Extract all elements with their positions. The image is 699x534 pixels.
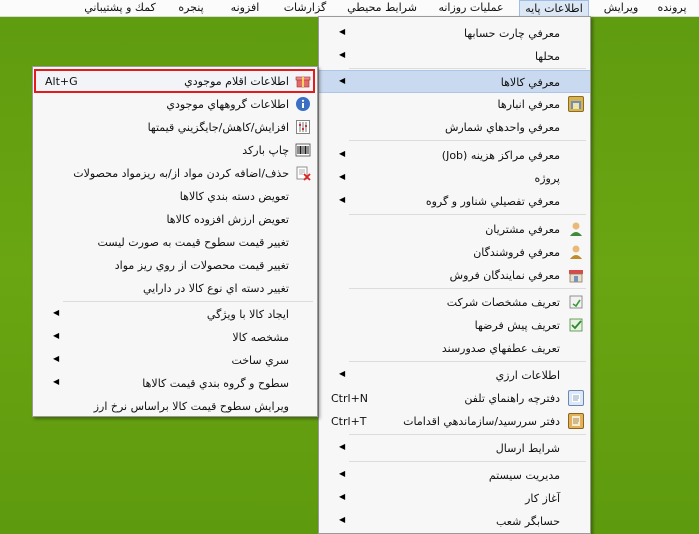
submenu-arrow-icon: ◀ — [339, 515, 346, 524]
submenu-arrow-icon: ◀ — [339, 149, 346, 158]
menu-item-sellers[interactable]: معرفي فروشندگان — [319, 241, 590, 264]
submenu-arrow-icon: ◀ — [339, 369, 346, 378]
menu-window[interactable]: پنجره — [170, 0, 212, 16]
submenu-arrow-icon: ◀ — [53, 377, 60, 386]
submenu-arrow-icon: ◀ — [339, 195, 346, 204]
submenu-arrow-icon: ◀ — [53, 308, 60, 317]
barcode-icon — [295, 142, 311, 158]
menu-daily-operations[interactable]: عمليات روزانه — [427, 0, 515, 16]
menu-item-project[interactable]: ◀ پروژه — [319, 167, 590, 190]
submenu-arrow-icon: ◀ — [339, 50, 346, 59]
menu-item-planner[interactable]: Ctrl+T دفتر سررسيد/سازماندهي اقدامات — [319, 410, 590, 433]
menu-base-info[interactable]: اطلاعات پايه — [519, 0, 589, 17]
menu-item-floating-detail[interactable]: ◀ معرفي تفصيلي شناور و گروه — [319, 190, 590, 213]
menu-item-counting-units[interactable]: معرفي واحدهاي شمارش — [319, 116, 590, 139]
menu-file[interactable]: پرونده — [652, 0, 692, 16]
menu-item-change-category[interactable]: تعويض دسته بندي كالاها — [33, 185, 317, 208]
menu-item-product-spec[interactable]: ◀ مشخصه كالا — [33, 326, 317, 349]
menu-item-customers[interactable]: معرفي مشتريان — [319, 218, 590, 241]
seller-icon — [568, 244, 584, 260]
menu-item-edit-price-by-currency[interactable]: ويرايش سطوح قيمت كالا براساس نرخ ارز — [33, 395, 317, 418]
menu-item-locations[interactable]: ◀ محلها — [319, 45, 590, 68]
info-icon — [295, 96, 311, 112]
delete-materials-icon — [295, 165, 311, 181]
submenu-arrow-icon: ◀ — [53, 354, 60, 363]
base-info-dropdown: ◀ معرفي چارت حسابها ◀ محلها ◀ معرفي كالا… — [318, 16, 591, 534]
menu-item-system-management[interactable]: ◀ مديريت سيستم — [319, 464, 590, 487]
menu-separator — [349, 140, 586, 141]
menu-item-price-groups[interactable]: ◀ سطوح و گروه بندي قيمت كالاها — [33, 372, 317, 395]
submenu-arrow-icon: ◀ — [339, 442, 346, 451]
submenu-arrow-icon: ◀ — [339, 469, 346, 478]
menu-separator — [63, 301, 313, 302]
gift-icon — [295, 73, 311, 89]
menu-separator — [349, 68, 586, 69]
shop-icon — [568, 267, 584, 283]
menu-separator — [349, 461, 586, 462]
menu-item-shipping-terms[interactable]: ◀ شرايط ارسال — [319, 437, 590, 460]
menu-help-support[interactable]: كمك و پشتيباني — [74, 0, 166, 16]
menu-item-production-batch[interactable]: ◀ سري ساخت — [33, 349, 317, 372]
menu-item-change-vat[interactable]: تعويض ارزش افزوده كالاها — [33, 208, 317, 231]
submenu-arrow-icon: ◀ — [339, 172, 346, 181]
menu-separator — [349, 434, 586, 435]
menu-item-phonebook[interactable]: Ctrl+N دفترچه راهنماي تلفن — [319, 387, 590, 410]
menu-item-chart-of-accounts[interactable]: ◀ معرفي چارت حسابها — [319, 22, 590, 45]
menu-separator — [349, 214, 586, 215]
menu-item-price-adjust[interactable]: افزايش/كاهش/جايگزيني قيمتها — [33, 116, 317, 139]
company-icon — [568, 294, 584, 310]
submenu-arrow-icon: ◀ — [53, 331, 60, 340]
menu-item-batch-asset-type[interactable]: تغيير دسته اي نوع كالا در دارايي — [33, 277, 317, 300]
planner-icon — [568, 413, 584, 429]
menu-item-inventory-items[interactable]: Alt+G اطلاعات اقلام موجودي — [33, 70, 317, 93]
menu-environment[interactable]: شرايط محيطي — [342, 0, 422, 16]
menu-item-currency-info[interactable]: ◀ اطلاعات ارزي — [319, 364, 590, 387]
menu-item-sales-agents[interactable]: معرفي نمايندگان فروش — [319, 264, 590, 287]
menu-item-inventory-groups[interactable]: اطلاعات گروههاي موجودي — [33, 93, 317, 116]
menu-item-branch-accountant[interactable]: ◀ حسابگر شعب — [319, 510, 590, 533]
submenu-arrow-icon: ◀ — [339, 27, 346, 36]
menu-reports[interactable]: گزارشات — [272, 0, 338, 16]
defaults-icon — [568, 317, 584, 333]
submenu-arrow-icon: ◀ — [339, 492, 346, 501]
phonebook-icon — [568, 390, 584, 406]
menu-item-cost-centers[interactable]: ◀ معرفي مراكز هزينه (Job) — [319, 144, 590, 167]
menu-separator — [349, 288, 586, 289]
adjust-icon — [295, 119, 311, 135]
menu-item-edit-materials[interactable]: حذف/اضافه كردن مواد از/به ريزمواد محصولا… — [33, 162, 317, 185]
menu-separator — [349, 361, 586, 362]
menu-item-price-from-materials[interactable]: تغيير قيمت محصولات از روي ريز مواد — [33, 254, 317, 277]
menu-item-print-barcode[interactable]: چاپ باركد — [33, 139, 317, 162]
menu-addons[interactable]: افزونه — [221, 0, 269, 16]
menu-edit[interactable]: ويرايش — [597, 0, 645, 16]
customer-icon — [568, 221, 584, 237]
menu-item-create-with-feature[interactable]: ◀ ايجاد كالا با ويژگي — [33, 303, 317, 326]
menu-item-defaults[interactable]: تعريف پيش فرضها — [319, 314, 590, 337]
menu-item-start-work[interactable]: ◀ آغاز كار — [319, 487, 590, 510]
menu-item-company-info[interactable]: تعريف مشخصات شركت — [319, 291, 590, 314]
warehouse-icon — [568, 96, 584, 112]
menu-item-warehouses[interactable]: معرفي انبارها — [319, 93, 590, 116]
menu-item-price-levels-list[interactable]: تغيير قيمت سطوح قيمت به صورت ليست — [33, 231, 317, 254]
products-submenu: Alt+G اطلاعات اقلام موجودي اطلاعات گروهه… — [32, 66, 318, 417]
menu-item-document-refs[interactable]: تعريف عطفهاي صدورسند — [319, 337, 590, 360]
submenu-arrow-icon: ◀ — [339, 76, 346, 85]
menu-bar: پرونده ويرايش اطلاعات پايه عمليات روزانه… — [0, 0, 699, 17]
menu-item-products[interactable]: ◀ معرفي كالاها — [319, 70, 590, 93]
